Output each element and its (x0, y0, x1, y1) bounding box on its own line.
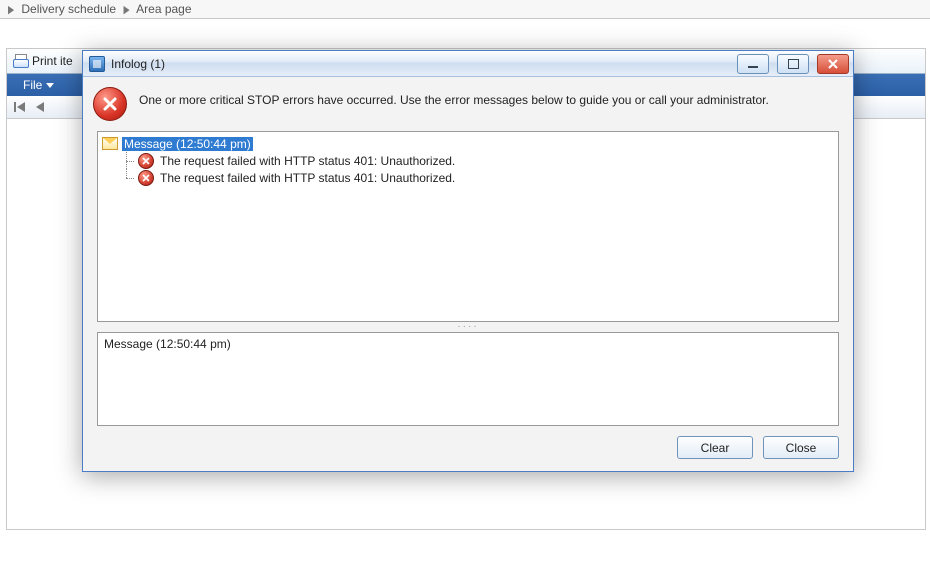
breadcrumb-item[interactable]: Delivery schedule (21, 2, 116, 16)
printer-icon (13, 54, 27, 68)
close-window-button[interactable] (817, 54, 849, 74)
tree-child[interactable]: The request failed with HTTP status 401:… (100, 152, 838, 169)
splitter-gripper[interactable]: ···· (83, 322, 853, 332)
tree-connector (120, 152, 134, 169)
detail-text: Message (12:50:44 pm) (104, 337, 231, 351)
error-node-icon (138, 153, 154, 169)
nav-first-icon[interactable] (13, 101, 27, 113)
chevron-right-icon: ▸ (8, 0, 14, 22)
error-node-icon (138, 170, 154, 186)
message-tree[interactable]: Message (12:50:44 pm) The request failed… (97, 131, 839, 322)
maximize-button[interactable] (777, 54, 809, 74)
breadcrumb-item[interactable]: Area page (136, 2, 191, 16)
minimize-button[interactable] (737, 54, 769, 74)
infolog-dialog: Infolog (1) One or more critical STOP er… (82, 50, 854, 472)
breadcrumb: ▸ Delivery schedule ▸ Area page (0, 0, 930, 19)
envelope-icon (102, 137, 118, 150)
dialog-button-row: Clear Close (83, 426, 853, 471)
menu-file-label: File (23, 78, 42, 92)
chevron-down-icon (46, 83, 54, 88)
tree-child-label: The request failed with HTTP status 401:… (158, 154, 457, 168)
clear-button[interactable]: Clear (677, 436, 753, 459)
close-button[interactable]: Close (763, 436, 839, 459)
detail-panel[interactable]: Message (12:50:44 pm) (97, 332, 839, 426)
chevron-right-icon: ▸ (123, 0, 129, 22)
dialog-instruction: One or more critical STOP errors have oc… (139, 87, 769, 107)
tree-child[interactable]: The request failed with HTTP status 401:… (100, 169, 838, 186)
menu-file[interactable]: File (13, 76, 64, 94)
error-icon (93, 87, 127, 121)
dialog-titlebar[interactable]: Infolog (1) (83, 51, 853, 77)
tree-root-label: Message (12:50:44 pm) (122, 137, 253, 151)
background-window-title: Print ite (32, 54, 73, 68)
tree-root[interactable]: Message (12:50:44 pm) (100, 135, 838, 152)
infolog-icon (89, 56, 105, 72)
close-icon (828, 59, 838, 69)
dialog-title: Infolog (1) (111, 57, 165, 71)
nav-prev-icon[interactable] (33, 101, 47, 113)
tree-child-label: The request failed with HTTP status 401:… (158, 171, 457, 185)
tree-connector (120, 169, 134, 186)
